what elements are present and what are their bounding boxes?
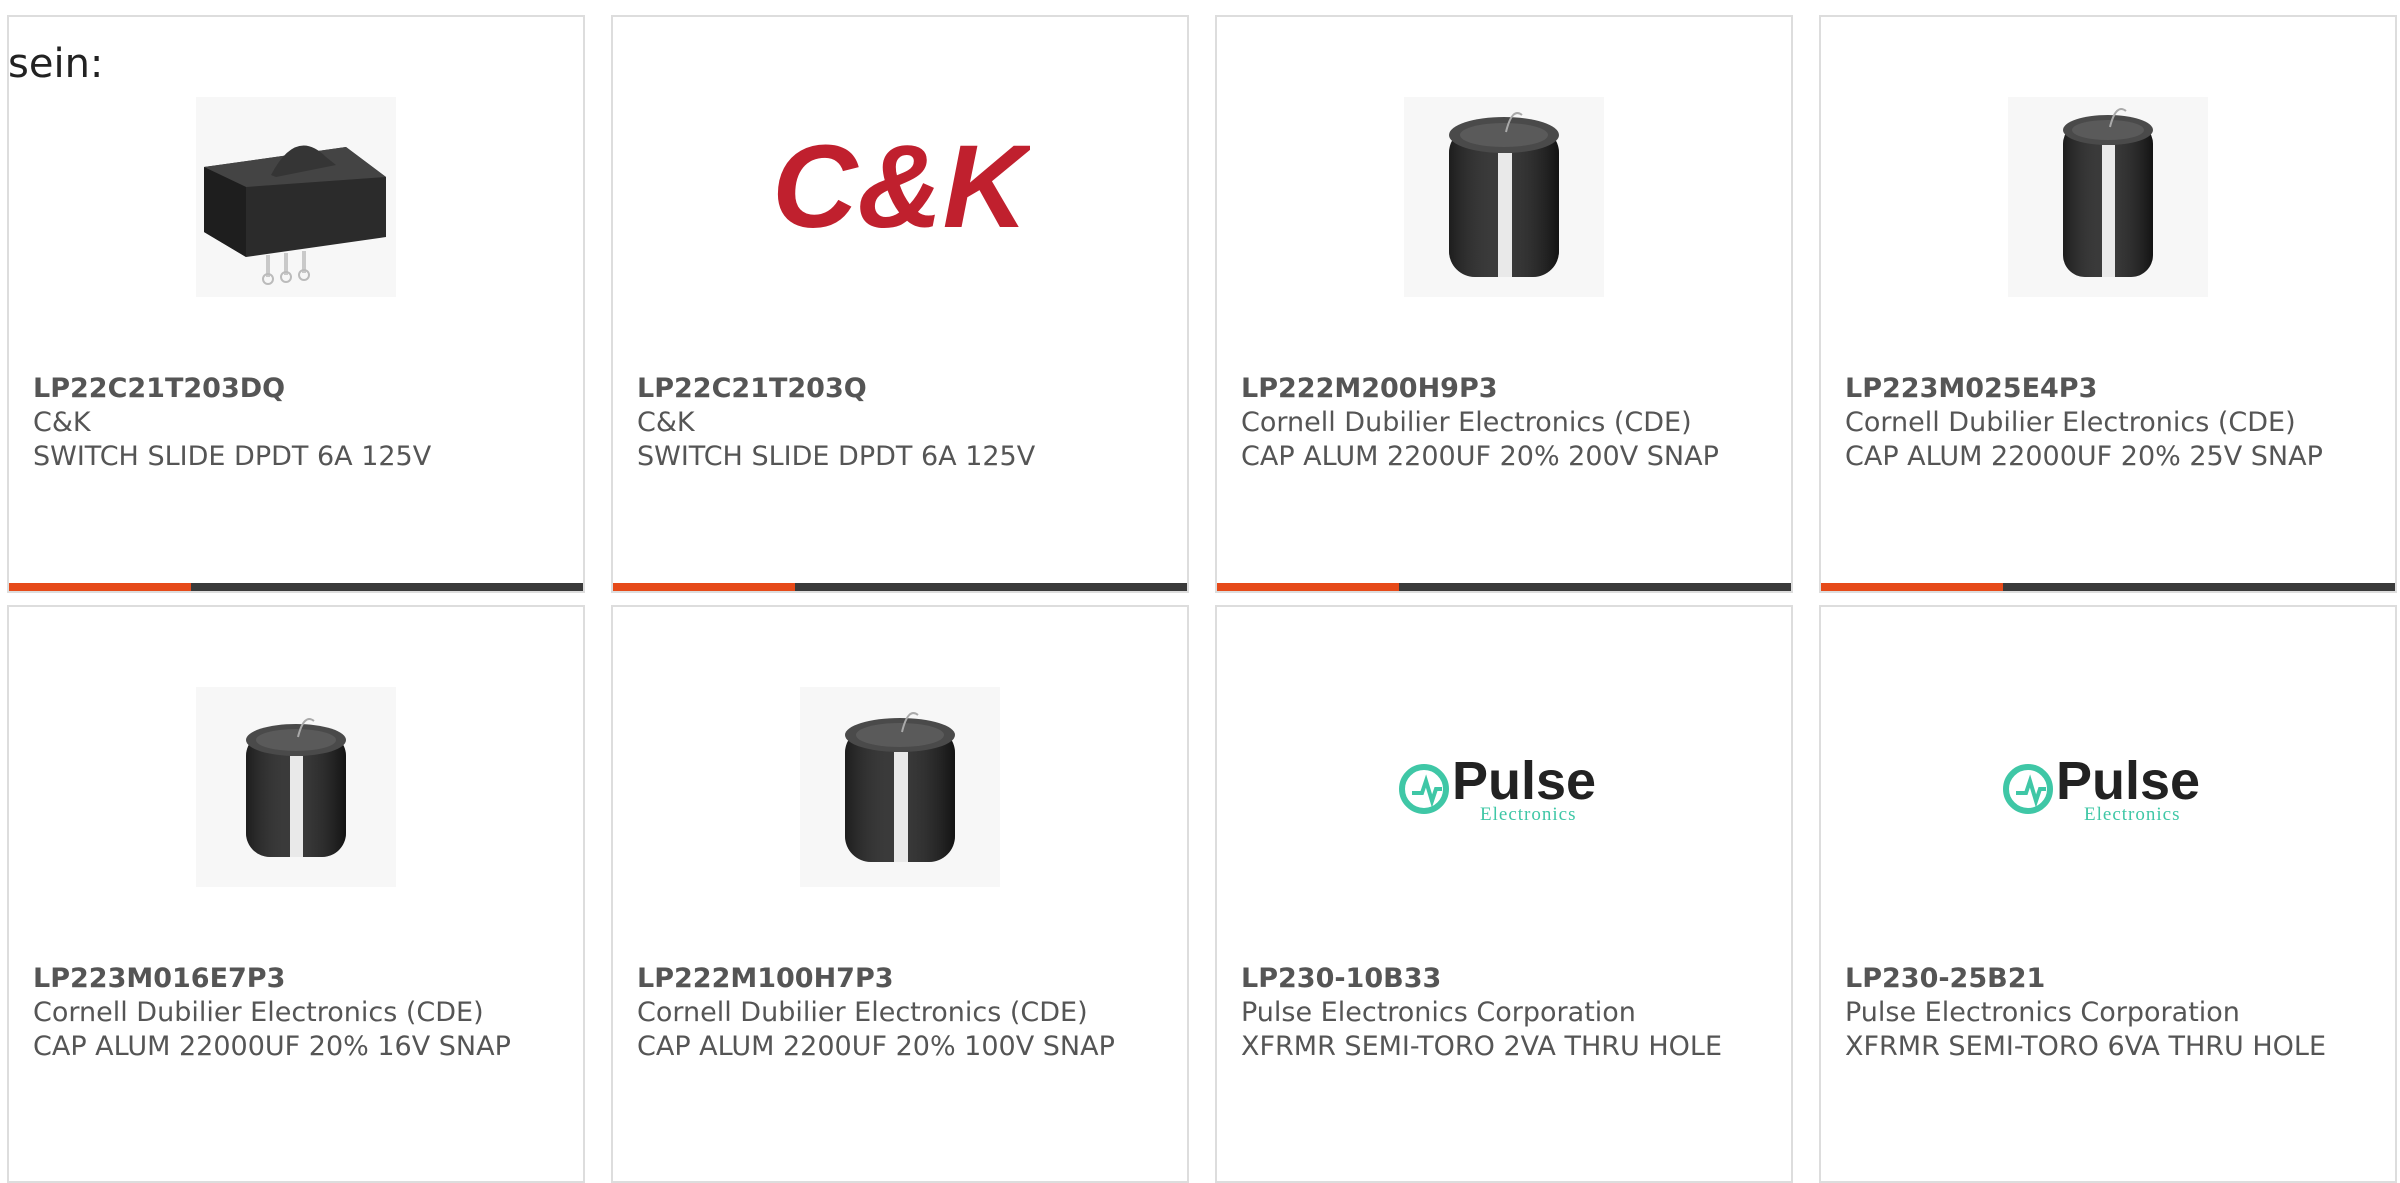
pulse-logo: Pulse Electronics	[1399, 751, 1596, 825]
part-number-link[interactable]: LP230-25B21	[1845, 962, 2375, 996]
description: CAP ALUM 22000UF 20% 16V SNAP	[33, 1031, 511, 1062]
description: SWITCH SLIDE DPDT 6A 125V	[637, 441, 1036, 472]
capacitor-image	[2008, 97, 2208, 297]
card-accent-bar	[1217, 583, 1791, 591]
part-number-link[interactable]: LP223M025E4P3	[1845, 372, 2375, 406]
description: CAP ALUM 2200UF 20% 100V SNAP	[637, 1031, 1115, 1062]
part-number-link[interactable]: LP223M016E7P3	[33, 962, 563, 996]
pulse-logo-text: Pulse	[2056, 751, 2200, 811]
manufacturer: Cornell Dubilier Electronics (CDE)	[637, 997, 1088, 1028]
pulse-logo-subtext: Electronics	[2084, 804, 2180, 825]
description: CAP ALUM 2200UF 20% 200V SNAP	[1241, 441, 1719, 472]
product-card[interactable]: C&K LP22C21T203Q C&K SWITCH SLIDE DPDT 6…	[611, 15, 1189, 593]
part-number-link[interactable]: LP22C21T203Q	[637, 372, 1167, 406]
manufacturer: Cornell Dubilier Electronics (CDE)	[1241, 407, 1692, 438]
product-card[interactable]: LP22C21T203DQ C&K SWITCH SLIDE DPDT 6A 1…	[7, 15, 585, 593]
product-card[interactable]: LP222M100H7P3 Cornell Dubilier Electroni…	[611, 605, 1189, 1183]
card-accent-bar	[1821, 583, 2395, 591]
switch-image	[196, 97, 396, 297]
capacitor-image	[800, 687, 1000, 887]
pulse-logo: Pulse Electronics	[2003, 751, 2200, 825]
product-image[interactable]: Pulse Electronics	[1821, 677, 2395, 897]
card-accent-bar	[613, 583, 1187, 591]
manufacturer: Cornell Dubilier Electronics (CDE)	[1845, 407, 2296, 438]
description: CAP ALUM 22000UF 20% 25V SNAP	[1845, 441, 2323, 472]
product-card[interactable]: Pulse Electronics LP230-10B33 Pulse Elec…	[1215, 605, 1793, 1183]
manufacturer: C&K	[33, 407, 91, 438]
intro-text: sein:	[8, 41, 104, 87]
product-image[interactable]	[1217, 87, 1791, 307]
description: XFRMR SEMI-TORO 2VA THRU HOLE	[1241, 1031, 1723, 1062]
product-card[interactable]: LP223M025E4P3 Cornell Dubilier Electroni…	[1819, 15, 2397, 593]
product-image[interactable]: C&K	[613, 87, 1187, 307]
card-accent-bar	[9, 583, 583, 591]
card-accent-highlight	[1217, 583, 1399, 591]
card-accent-highlight	[1821, 583, 2003, 591]
capacitor-image	[196, 687, 396, 887]
part-number-link[interactable]: LP222M200H9P3	[1241, 372, 1771, 406]
product-image[interactable]: Pulse Electronics	[1217, 677, 1791, 897]
product-card[interactable]: LP223M016E7P3 Cornell Dubilier Electroni…	[7, 605, 585, 1183]
part-number-link[interactable]: LP222M100H7P3	[637, 962, 1167, 996]
manufacturer: C&K	[637, 407, 695, 438]
product-image[interactable]	[613, 677, 1187, 897]
product-image[interactable]	[9, 677, 583, 897]
description: XFRMR SEMI-TORO 6VA THRU HOLE	[1845, 1031, 2327, 1062]
product-card[interactable]: LP222M200H9P3 Cornell Dubilier Electroni…	[1215, 15, 1793, 593]
product-image[interactable]	[9, 87, 583, 307]
card-accent-highlight	[613, 583, 795, 591]
pulse-logo-subtext: Electronics	[1480, 804, 1576, 825]
part-number-link[interactable]: LP230-10B33	[1241, 962, 1771, 996]
capacitor-image	[1404, 97, 1604, 297]
manufacturer: Pulse Electronics Corporation	[1845, 997, 2240, 1028]
description: SWITCH SLIDE DPDT 6A 125V	[33, 441, 432, 472]
pulse-logo-text: Pulse	[1452, 751, 1596, 811]
manufacturer: Cornell Dubilier Electronics (CDE)	[33, 997, 484, 1028]
part-number-link[interactable]: LP22C21T203DQ	[33, 372, 563, 406]
manufacturer: Pulse Electronics Corporation	[1241, 997, 1636, 1028]
product-card[interactable]: Pulse Electronics LP230-25B21 Pulse Elec…	[1819, 605, 2397, 1183]
ck-logo-text: C&K	[772, 121, 1030, 253]
ck-logo: C&K	[772, 121, 1030, 253]
product-image[interactable]	[1821, 87, 2395, 307]
card-accent-highlight	[9, 583, 191, 591]
